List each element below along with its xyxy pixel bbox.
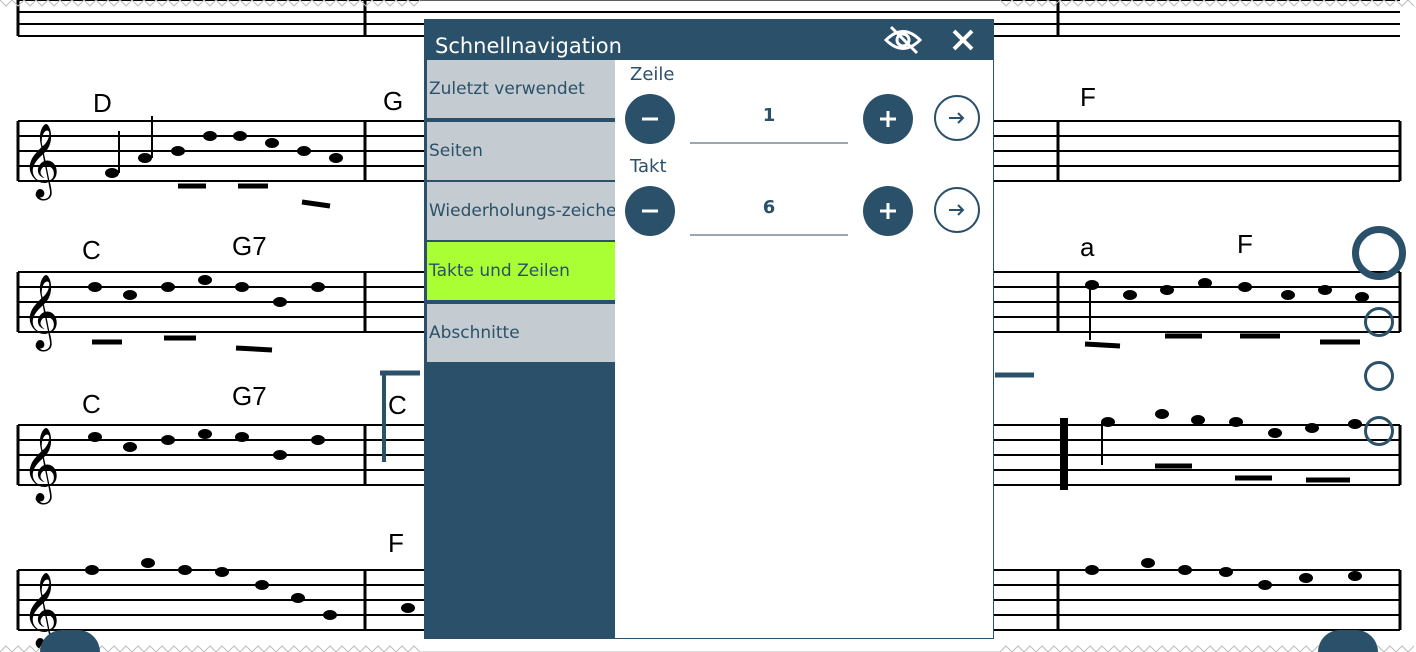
row-input[interactable]: 1 [690, 94, 848, 144]
page-edge-bottom [0, 645, 1415, 652]
panel-titlebar: Schnellnavigation [425, 20, 993, 60]
hide-button[interactable] [883, 25, 923, 55]
sidebar-item-sections[interactable]: Abschnitte [427, 304, 615, 362]
row-decrement-button[interactable] [625, 94, 675, 144]
sidebar-item-measures-lines[interactable]: Takte und Zeilen [427, 242, 615, 300]
navigation-content: Zeile 1 Takt 6 [615, 60, 993, 638]
arrow-right-icon [949, 112, 965, 124]
row-increment-button[interactable] [863, 94, 913, 144]
measure-decrement-button[interactable] [625, 186, 675, 236]
chord-symbol: G [383, 86, 403, 116]
chord-symbol: C [388, 390, 407, 420]
row-label: Zeile [630, 64, 675, 85]
measure-increment-button[interactable] [863, 186, 913, 236]
chord-symbol: F [1080, 82, 1096, 112]
svg-text:𝄞: 𝄞 [22, 124, 60, 201]
close-icon [952, 29, 974, 51]
minus-icon [642, 117, 658, 121]
arrow-right-icon [949, 204, 965, 216]
chord-symbol: G7 [232, 231, 267, 261]
chord-symbol: C [82, 389, 101, 419]
sidebar-item-pages[interactable]: Seiten [427, 122, 615, 180]
navigation-sidebar: Zuletzt verwendet Seiten Wiederholungs-z… [425, 60, 615, 638]
eye-off-icon [883, 25, 923, 55]
page-indicator-dot[interactable] [1364, 361, 1394, 391]
chord-symbol: F [388, 528, 404, 558]
plus-icon [880, 111, 896, 127]
svg-text:𝄞: 𝄞 [22, 428, 60, 505]
chord-symbol: F [1237, 229, 1253, 259]
plus-icon [880, 203, 896, 219]
row-go-button[interactable] [934, 95, 980, 141]
measure-input[interactable]: 6 [690, 186, 848, 236]
chord-symbol: G7 [232, 381, 267, 411]
measure-label: Takt [630, 156, 667, 177]
svg-text:𝄞: 𝄞 [22, 275, 60, 352]
sidebar-item-repeat-signs[interactable]: Wiederholungs-zeichen [427, 182, 615, 240]
close-button[interactable] [943, 25, 983, 55]
chord-symbol: a [1080, 232, 1095, 262]
bottom-left-handle[interactable] [40, 630, 100, 652]
minus-icon [642, 209, 658, 213]
sidebar-item-recent[interactable]: Zuletzt verwendet [427, 60, 615, 118]
bottom-right-handle[interactable] [1318, 630, 1378, 652]
page-edge-top [0, 0, 1415, 7]
chord-symbol: C [82, 235, 101, 265]
panel-title: Schnellnavigation [435, 34, 622, 58]
page-indicator-dot[interactable] [1364, 416, 1394, 446]
measure-go-button[interactable] [934, 187, 980, 233]
page-indicator-large[interactable] [1352, 226, 1406, 280]
chord-symbol: D [93, 88, 112, 118]
page-indicator-dot[interactable] [1364, 307, 1394, 337]
quick-navigation-panel: Schnellnavigation Zuletzt verwendet Seit… [424, 19, 994, 639]
